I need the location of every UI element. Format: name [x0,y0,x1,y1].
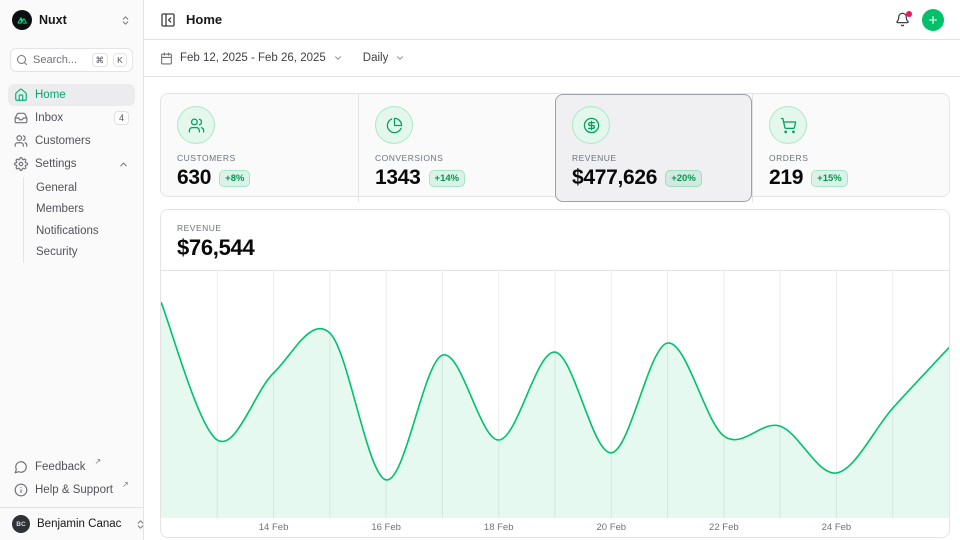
x-tick-label: 24 Feb [822,522,852,533]
stat-value: $477,626 [572,166,657,190]
stat-delta-badge: +15% [811,170,848,187]
stat-label: CONVERSIONS [375,153,539,163]
sidebar-item-notifications[interactable]: Notifications [24,220,135,242]
chart-x-axis: 14 Feb 16 Feb 18 Feb 20 Feb 22 Feb 24 Feb [161,518,949,538]
inbox-count-badge: 4 [114,111,129,126]
help-support-label: Help & Support [35,484,113,496]
user-menu[interactable]: BC Benjamin Canac [0,507,143,540]
stat-card-revenue[interactable]: REVENUE $477,626 +20% [555,94,752,202]
kbd-cmd: ⌘ [92,53,109,67]
notifications-button[interactable] [895,12,910,27]
collapse-sidebar-button[interactable] [160,12,176,28]
help-support-link[interactable]: Help & Support ↗ [8,479,135,501]
stat-value: 630 [177,166,211,190]
filters-toolbar: Feb 12, 2025 - Feb 26, 2025 Daily [144,40,960,77]
chevron-down-icon [395,53,405,63]
user-name: Benjamin Canac [37,518,121,530]
stats-panel: CUSTOMERS 630 +8% CONVERSIONS 1343 +14% [160,93,950,197]
calendar-icon [160,52,173,65]
sidebar-item-label: Inbox [35,112,63,124]
sidebar-item-inbox[interactable]: Inbox 4 [8,107,135,129]
plus-icon [927,14,939,26]
chart-big-value: $76,544 [177,235,933,261]
granularity-select[interactable]: Daily [363,52,406,64]
kbd-k: K [113,53,127,67]
users-icon [14,134,28,148]
notification-dot [906,11,912,17]
page-title: Home [186,12,222,27]
external-link-icon: ↗ [95,456,102,469]
x-tick-label: 20 Feb [596,522,626,533]
top-header: Home [144,0,960,40]
sidebar: Nuxt ⌘ K Home Inbox 4 [0,0,144,540]
sidebar-nav: Home Inbox 4 Customers Settings Genera [0,82,143,264]
x-tick-label: 18 Feb [484,522,514,533]
revenue-area-chart[interactable] [161,271,949,518]
chart-header: REVENUE $76,544 [161,210,949,271]
sidebar-item-customers[interactable]: Customers [8,130,135,152]
search-field[interactable] [33,54,87,66]
gear-icon [14,157,28,171]
chat-bubble-icon [14,460,28,474]
stat-delta-badge: +20% [665,170,702,187]
home-icon [14,88,28,102]
dashboard-content: CUSTOMERS 630 +8% CONVERSIONS 1343 +14% [160,93,950,538]
stat-card-conversions[interactable]: CONVERSIONS 1343 +14% [358,94,555,202]
chevron-down-icon [333,53,343,63]
avatar: BC [12,515,30,533]
sidebar-item-home[interactable]: Home [8,84,135,106]
workspace-name: Nuxt [39,13,67,27]
stat-delta-badge: +8% [219,170,250,187]
users-icon [177,106,215,144]
chart-kicker: REVENUE [177,223,933,233]
shopping-cart-icon [769,106,807,144]
chart-pie-icon [375,106,413,144]
revenue-chart-panel: REVENUE $76,544 14 Feb 16 Feb 18 Feb 20 Feb… [160,209,950,538]
info-circle-icon [14,483,28,497]
search-icon [16,54,28,66]
stat-label: REVENUE [572,153,736,163]
nuxt-logo-icon [12,10,32,30]
date-range-value: Feb 12, 2025 - Feb 26, 2025 [180,52,326,64]
sidebar-footer: Feedback ↗ Help & Support ↗ [0,456,143,507]
stat-delta-badge: +14% [429,170,466,187]
chevron-up-icon [118,159,129,170]
external-link-icon: ↗ [122,479,129,492]
feedback-label: Feedback [35,461,86,473]
stat-card-customers[interactable]: CUSTOMERS 630 +8% [161,94,358,202]
sidebar-item-settings[interactable]: Settings [8,153,135,175]
sidebar-item-label: Customers [35,135,91,147]
sidebar-item-general[interactable]: General [24,177,135,199]
sidebar-item-label: Settings [35,158,77,170]
inbox-icon [14,111,28,125]
x-tick-label: 14 Feb [259,522,289,533]
date-range-picker[interactable]: Feb 12, 2025 - Feb 26, 2025 [160,52,343,65]
sidebar-item-label: Home [35,89,66,101]
stat-label: ORDERS [769,153,933,163]
x-tick-label: 22 Feb [709,522,739,533]
workspace-switcher[interactable]: Nuxt [0,0,143,40]
x-tick-label: 16 Feb [371,522,401,533]
currency-dollar-icon [572,106,610,144]
stat-label: CUSTOMERS [177,153,342,163]
sidebar-item-security[interactable]: Security [24,242,135,264]
settings-sub-list: General Members Notifications Security [23,177,135,263]
chevrons-up-down-icon [120,15,131,26]
sidebar-item-members[interactable]: Members [24,199,135,221]
main-area: Home Feb 12, 2025 - Feb 26, 2025 Daily [144,0,960,540]
stat-value: 219 [769,166,803,190]
search-input[interactable]: ⌘ K [10,48,133,72]
feedback-link[interactable]: Feedback ↗ [8,456,135,478]
stat-card-orders[interactable]: ORDERS 219 +15% [752,94,949,202]
granularity-value: Daily [363,52,389,64]
add-button[interactable] [922,9,944,31]
stat-value: 1343 [375,166,421,190]
